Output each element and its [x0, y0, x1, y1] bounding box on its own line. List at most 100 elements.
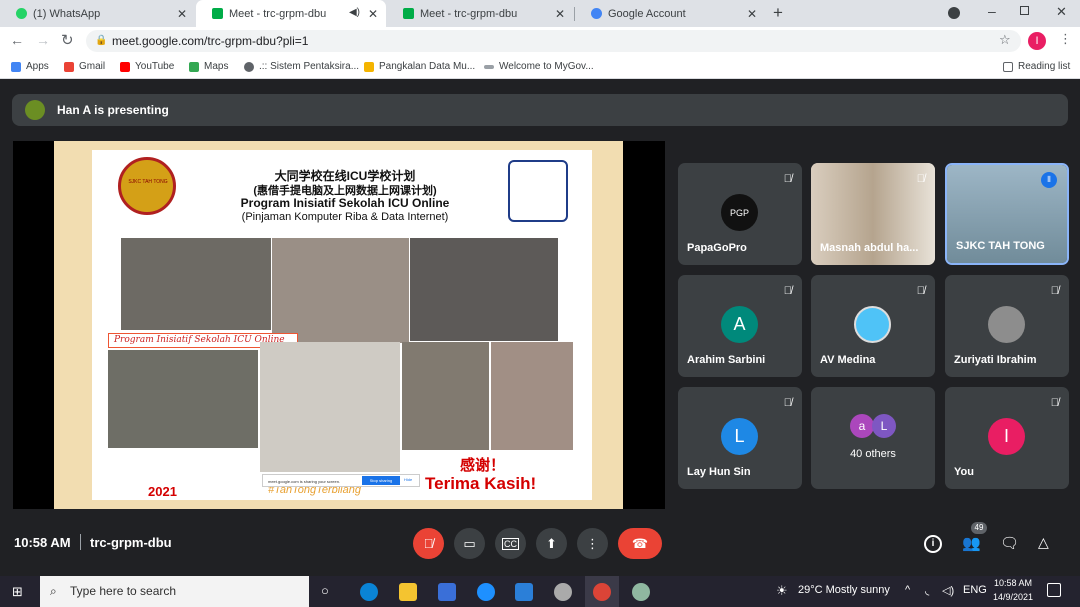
participant-name: SJKC TAH TONG [956, 240, 1045, 252]
tab-meet-active[interactable]: Meet - trc-grpm-dbu ◀) ✕ [196, 0, 386, 27]
participant-tile-lay-hun-sin[interactable]: L 🎙̸ Lay Hun Sin [678, 387, 802, 489]
chevron-up-icon[interactable]: ^ [905, 584, 910, 596]
people-count-badge: 49 [971, 522, 987, 534]
participant-tile-zuriyati[interactable]: 🎙̸ Zuriyati Ibrahim [945, 275, 1069, 377]
meeting-info-button[interactable]: i [924, 535, 942, 553]
address-bar[interactable]: 🔒 meet.google.com/trc-grpm-dbu?pli=1 [86, 30, 1021, 52]
photo-girl-1 [402, 342, 489, 450]
speaker-icon[interactable]: ◀) [349, 7, 360, 18]
participant-tile-av-medina[interactable]: 🎙̸ AV Medina [811, 275, 935, 377]
taskbar-date[interactable]: 14/9/2021 [992, 592, 1034, 602]
close-icon[interactable]: ✕ [177, 7, 187, 21]
volume-icon[interactable]: ◁) [942, 584, 954, 597]
school-logo-text: SJKC TAH TONG [128, 179, 168, 185]
meet-icon [212, 8, 223, 19]
mic-toggle-button[interactable]: 🎙̸ [413, 528, 444, 559]
chat-button[interactable]: 🗨 [1000, 534, 1019, 552]
tab-label: Google Account [608, 7, 686, 20]
globe-icon [244, 61, 254, 72]
bookmark-star-icon[interactable]: ☆ [999, 32, 1011, 48]
app-icon[interactable] [632, 583, 650, 601]
activities-icon: △ [1038, 534, 1049, 550]
meet-icon [403, 8, 414, 19]
avatar: L [721, 418, 758, 455]
bookmark-maps[interactable]: Maps [189, 61, 228, 72]
menu-icon[interactable]: ⋮ [1059, 31, 1072, 47]
internet-explorer-icon[interactable] [477, 583, 495, 601]
participant-tile-arahim[interactable]: A 🎙̸ Arahim Sarbini [678, 275, 802, 377]
tab-google-account[interactable]: Google Account ✕ [575, 0, 765, 27]
avatar: A [721, 306, 758, 343]
participant-tile-sjkc[interactable]: ⦀ SJKC TAH TONG [945, 163, 1069, 265]
close-icon[interactable]: ✕ [747, 7, 757, 21]
others-count: 40 others [850, 448, 896, 460]
mic-off-icon: 🎙̸ [1050, 397, 1059, 409]
close-icon[interactable]: ✕ [368, 7, 378, 21]
mail-icon[interactable] [515, 583, 533, 601]
chrome-icon[interactable] [593, 583, 611, 601]
more-options-button[interactable]: ⋮ [577, 528, 608, 559]
tab-whatsapp[interactable]: (1) WhatsApp ✕ [0, 0, 195, 27]
reading-list-button[interactable]: Reading list [1003, 61, 1070, 72]
store-icon[interactable] [438, 583, 456, 601]
captions-button[interactable]: CC [495, 528, 526, 559]
reload-button[interactable]: ↻ [61, 31, 74, 49]
start-button[interactable]: ⊞ [12, 584, 23, 600]
avatar [854, 306, 891, 343]
tab-search-icon[interactable] [948, 7, 960, 19]
participant-name: Arahim Sarbini [687, 354, 766, 366]
camera-toggle-button[interactable]: ▭ [454, 528, 485, 559]
participant-tile-others[interactable]: a L 40 others [811, 387, 935, 489]
profile-avatar[interactable]: I [1028, 32, 1046, 50]
whatsapp-icon [16, 8, 27, 19]
participant-tile-you[interactable]: I 🎙̸ You [945, 387, 1069, 489]
google-icon [591, 8, 602, 19]
camera-icon: ▭ [463, 535, 476, 551]
youtube-icon [120, 61, 130, 72]
apps-grid-icon [11, 61, 21, 72]
participant-tile-papagopro[interactable]: PGP 🎙̸ PapaGoPro [678, 163, 802, 265]
participant-name: Lay Hun Sin [687, 466, 751, 478]
people-button[interactable]: 👥 [962, 534, 981, 552]
participant-name: Zuriyati Ibrahim [954, 354, 1037, 366]
forward-button[interactable]: → [36, 32, 50, 48]
mic-off-icon: 🎙̸ [783, 397, 792, 409]
notification-icon[interactable] [1047, 583, 1061, 597]
file-explorer-icon[interactable] [399, 583, 417, 601]
edge-icon[interactable] [360, 583, 378, 601]
activities-button[interactable]: △ [1038, 534, 1049, 551]
tab-meet-2[interactable]: Meet - trc-grpm-dbu ✕ [387, 0, 573, 27]
window-close-button[interactable]: ✕ [1056, 4, 1067, 20]
chat-icon: 🗨 [1000, 535, 1020, 552]
app-icon[interactable] [554, 583, 572, 601]
bookmark-apps[interactable]: Apps [11, 61, 49, 72]
photo-caption: Program Inisiatif Sekolah ICU Online [114, 335, 285, 345]
photo-girl-2 [491, 342, 573, 450]
tab-label: (1) WhatsApp [33, 7, 101, 20]
present-button[interactable]: ⬆ [536, 528, 567, 559]
task-view-button[interactable]: ○ [321, 583, 329, 598]
new-tab-button[interactable]: + [773, 3, 783, 23]
bookmark-mygov[interactable]: Welcome to MyGov... [484, 61, 594, 72]
leave-call-button[interactable]: ☎ [618, 528, 662, 559]
bookmark-sistem[interactable]: .:: Sistem Pentaksira... [244, 61, 359, 72]
thanks-ms: Terima Kasih! [425, 474, 537, 493]
participant-tile-masnah[interactable]: 🎙̸ Masnah abdul ha... [811, 163, 935, 265]
bookmark-youtube[interactable]: YouTube [120, 61, 174, 72]
divider [80, 534, 81, 550]
minimize-button[interactable]: – [988, 3, 996, 19]
weather-text[interactable]: 29°C Mostly sunny [798, 584, 890, 596]
network-icon[interactable]: ◟ [925, 584, 929, 597]
close-icon[interactable]: ✕ [555, 7, 565, 21]
back-button[interactable]: ← [10, 32, 24, 48]
bookmark-pangkalan[interactable]: Pangkalan Data Mu... [364, 61, 475, 72]
tab-label: Meet - trc-grpm-dbu [229, 7, 327, 20]
taskbar-time[interactable]: 10:58 AM [992, 578, 1034, 588]
weather-icon: ☀ [776, 583, 788, 598]
bookmark-gmail[interactable]: Gmail [64, 61, 105, 72]
restore-button[interactable] [1020, 6, 1029, 15]
taskbar-search[interactable]: ⌕ Type here to search [40, 576, 309, 607]
avatar: L [872, 414, 896, 438]
language-indicator[interactable]: ENG [963, 584, 987, 596]
avatar [988, 306, 1025, 343]
